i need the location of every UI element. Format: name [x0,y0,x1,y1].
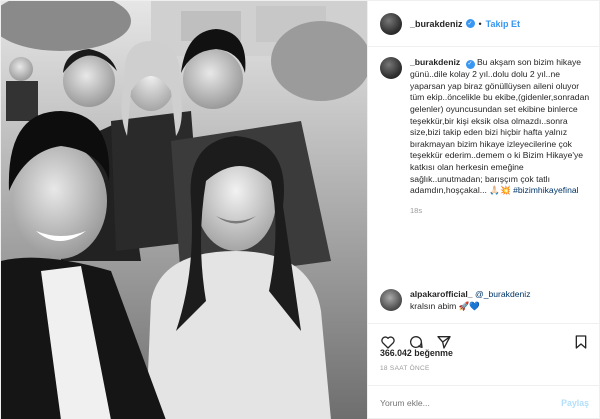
comment-input[interactable] [380,398,562,408]
likes-label: beğenme [414,348,453,358]
comment-username[interactable]: alpakarofficial_ [410,289,473,299]
caption-time: 18s [410,205,423,215]
likes-number: 366.042 [380,348,412,358]
commenter-avatar[interactable] [380,289,402,311]
group-selfie-photo [1,1,367,419]
post-timestamp: 18 SAAT ÖNCE [380,365,430,372]
comment-item: alpakarofficial_ @_burakdeniz kralsın ab… [380,289,591,312]
comment-body: alpakarofficial_ @_burakdeniz kralsın ab… [410,289,591,312]
follow-button[interactable]: Takip Et [486,19,520,29]
avatar[interactable] [380,12,402,35]
caption-body: _burakdeniz ✓ Bu akşam son bizim hikaye … [410,57,591,216]
action-bar [368,323,600,351]
verified-badge-icon: ✓ [465,19,475,28]
caption-text: Bu akşam son bizim hikaye günü..dile kol… [410,57,590,196]
post-comment-button[interactable]: Paylaş [561,398,589,408]
caption-username[interactable]: _burakdeniz [410,57,460,67]
comment-box: Paylaş [368,385,600,419]
likes-count[interactable]: 366.042 beğenme [380,348,453,358]
header-username[interactable]: _burakdeniz [410,19,463,29]
side-panel: _burakdeniz ✓ • Takip Et _burakdeniz ✓ B… [367,1,600,419]
separator-dot: • [478,18,482,29]
post-header: _burakdeniz ✓ • Takip Et [368,1,600,47]
avatar[interactable] [380,57,402,79]
caption-block: _burakdeniz ✓ Bu akşam son bizim hikaye … [380,57,591,216]
hashtag-link[interactable]: #bizimhikayefinal [513,185,578,195]
post-photo[interactable] [1,1,367,419]
comment-mention[interactable]: @_burakdeniz [475,289,531,299]
comment-text: kralsın abim 🚀💙 [410,300,481,311]
verified-badge-icon: ✓ [465,60,475,70]
instagram-post: _burakdeniz ✓ • Takip Et _burakdeniz ✓ B… [0,0,600,419]
bookmark-icon[interactable] [573,334,589,350]
